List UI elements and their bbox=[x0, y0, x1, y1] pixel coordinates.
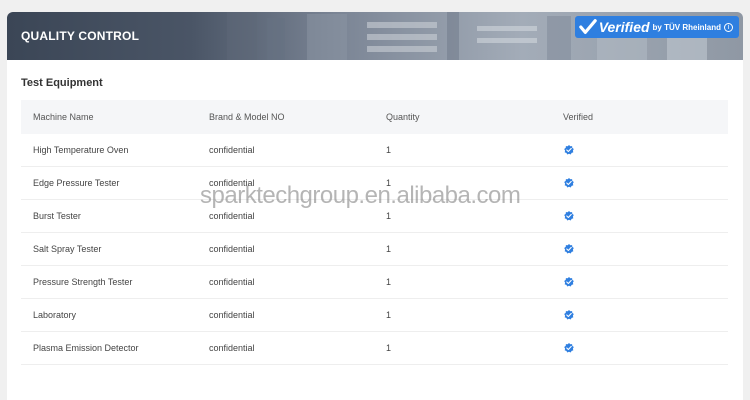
section-title: Test Equipment bbox=[21, 77, 103, 89]
header-banner: QUALITY CONTROL Verified by TÜV Rheinlan… bbox=[7, 12, 743, 60]
verified-cell bbox=[551, 277, 728, 288]
verified-cell bbox=[551, 244, 728, 255]
brand-model-cell: confidential bbox=[209, 343, 255, 353]
verified-check-icon bbox=[564, 244, 574, 254]
machine-name-cell: Plasma Emission Detector bbox=[33, 343, 139, 353]
machine-name-cell: High Temperature Oven bbox=[33, 145, 129, 155]
table-row: Salt Spray Tester confidential 1 bbox=[21, 233, 728, 266]
table-row: Plasma Emission Detector confidential 1 bbox=[21, 332, 728, 365]
machine-name-cell: Edge Pressure Tester bbox=[33, 178, 120, 188]
column-header-verified: Verified bbox=[563, 112, 594, 122]
brand-model-cell: confidential bbox=[209, 310, 255, 320]
equipment-table: Machine Name Brand & Model NO Quantity V… bbox=[21, 100, 728, 365]
column-header-machine-name: Machine Name bbox=[33, 112, 94, 122]
table-row: Pressure Strength Tester confidential 1 bbox=[21, 266, 728, 299]
verifier-text: by TÜV Rheinland bbox=[652, 22, 721, 32]
brand-model-cell: confidential bbox=[209, 145, 255, 155]
verified-cell bbox=[551, 145, 728, 156]
tuv-verified-badge[interactable]: Verified by TÜV Rheinland i bbox=[574, 16, 739, 38]
table-row: Laboratory confidential 1 bbox=[21, 299, 728, 332]
machine-name-cell: Salt Spray Tester bbox=[33, 244, 102, 254]
column-header-brand-model: Brand & Model NO bbox=[209, 112, 285, 122]
verified-check-icon bbox=[564, 310, 574, 320]
quantity-cell: 1 bbox=[386, 211, 392, 221]
check-icon bbox=[578, 19, 597, 34]
verified-cell bbox=[551, 178, 728, 189]
verified-check-icon bbox=[564, 145, 574, 155]
brand-model-cell: confidential bbox=[209, 277, 255, 287]
table-row: High Temperature Oven confidential 1 bbox=[21, 134, 728, 167]
machine-name-cell: Pressure Strength Tester bbox=[33, 277, 133, 287]
verified-check-icon bbox=[564, 211, 574, 221]
page: QUALITY CONTROL Verified by TÜV Rheinlan… bbox=[0, 0, 750, 400]
page-title: QUALITY CONTROL bbox=[21, 29, 140, 43]
verified-check-icon bbox=[564, 277, 574, 287]
quantity-cell: 1 bbox=[386, 310, 392, 320]
brand-model-cell: confidential bbox=[209, 211, 255, 221]
verified-word: Verified bbox=[598, 19, 650, 35]
quantity-cell: 1 bbox=[386, 145, 392, 155]
watermark: sparktechgroup.en.alibaba.com bbox=[200, 182, 521, 209]
quantity-cell: 1 bbox=[386, 343, 392, 353]
machine-name-cell: Laboratory bbox=[33, 310, 77, 320]
verified-cell bbox=[551, 343, 728, 354]
brand-model-cell: confidential bbox=[209, 244, 255, 254]
verified-cell bbox=[551, 310, 728, 321]
info-icon[interactable]: i bbox=[724, 22, 733, 32]
column-header-quantity: Quantity bbox=[386, 112, 420, 122]
verified-cell bbox=[551, 211, 728, 222]
verified-check-icon bbox=[564, 343, 574, 353]
content-card: Test Equipment Machine Name Brand & Mode… bbox=[7, 60, 743, 400]
quantity-cell: 1 bbox=[386, 277, 392, 287]
table-body: High Temperature Oven confidential 1 Edge P… bbox=[21, 134, 728, 365]
table-header: Machine Name Brand & Model NO Quantity V… bbox=[21, 100, 728, 134]
machine-name-cell: Burst Tester bbox=[33, 211, 81, 221]
quantity-cell: 1 bbox=[386, 244, 392, 254]
verified-check-icon bbox=[564, 178, 574, 188]
